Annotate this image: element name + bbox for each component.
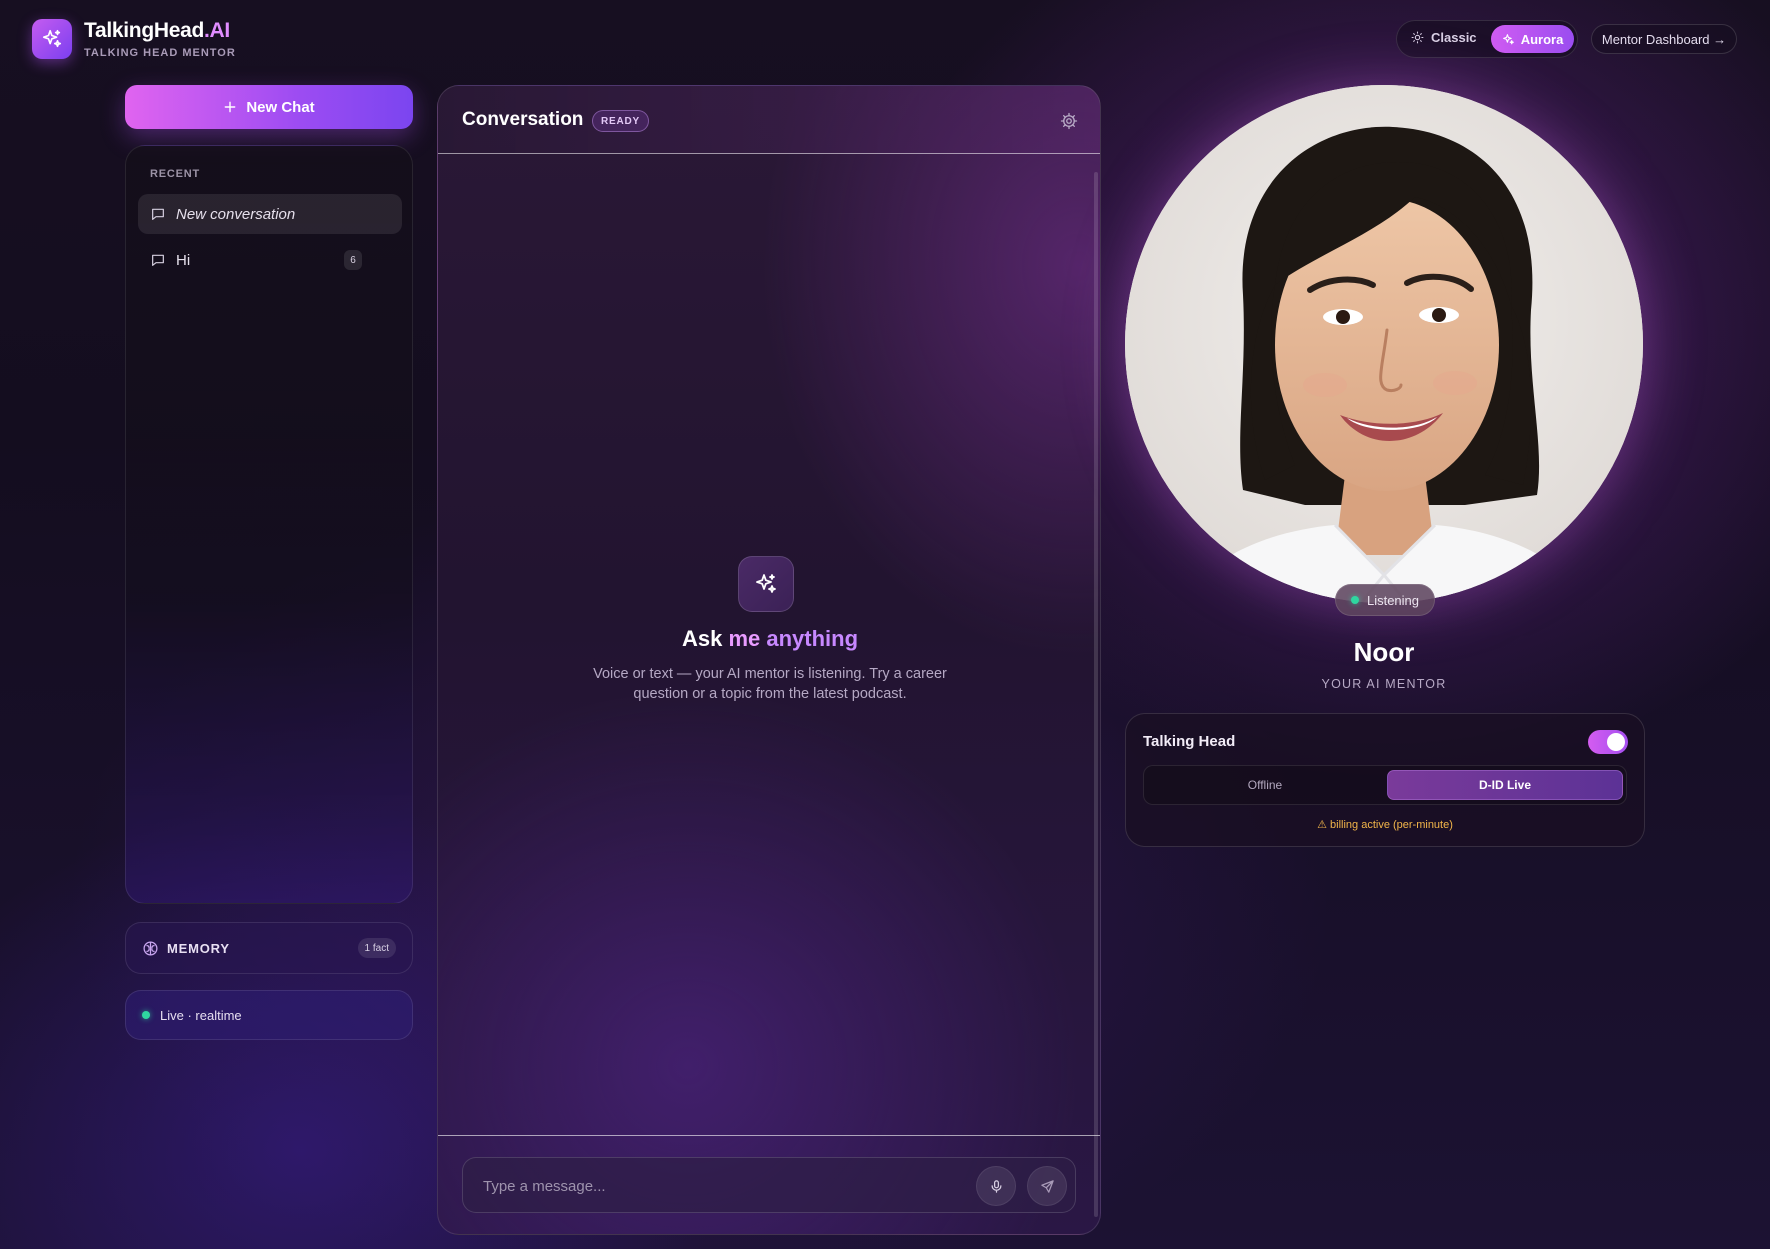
- message-input[interactable]: [483, 1175, 963, 1197]
- app-logo: [32, 19, 72, 59]
- mode-offline-option[interactable]: Offline: [1144, 766, 1386, 804]
- memory-count-badge: 1 fact: [357, 938, 396, 958]
- conversation-item[interactable]: New conversation: [138, 194, 402, 234]
- status-dot: [142, 1011, 150, 1019]
- recent-conversations-panel: RECENT New conversation Hi 6: [125, 145, 413, 904]
- conversation-title: Conversation: [462, 109, 584, 130]
- empty-state-description: Voice or text — your AI mentor is listen…: [593, 666, 947, 702]
- mentor-dashboard-link[interactable]: Mentor Dashboard →: [1591, 24, 1737, 54]
- brain-icon: [143, 940, 158, 956]
- empty-state-icon: [738, 556, 794, 612]
- mentor-avatar: [1125, 85, 1643, 603]
- message-count-badge: 6: [344, 250, 362, 270]
- billing-warning: ⚠ billing active (per-minute): [1317, 819, 1453, 831]
- live-status-indicator: Live · realtime: [125, 990, 413, 1040]
- chat-bubble-icon: [152, 208, 164, 220]
- memory-label: MEMORY: [167, 940, 230, 956]
- sun-icon: [1411, 31, 1424, 44]
- send-button[interactable]: [1027, 1166, 1067, 1206]
- toggle-knob: [1607, 733, 1625, 751]
- mode-segmented-control: Offline D-ID Live: [1143, 765, 1627, 805]
- theme-classic-button[interactable]: Classic: [1411, 30, 1477, 45]
- talking-head-settings-card: Talking Head Offline D-ID Live ⚠ billing…: [1125, 713, 1645, 847]
- gear-icon[interactable]: [1060, 112, 1078, 130]
- status-dot: [1350, 596, 1359, 604]
- listening-text: Listening: [1366, 592, 1420, 608]
- plus-icon: [224, 101, 236, 113]
- mentor-name: Noor: [1353, 637, 1415, 667]
- new-chat-button[interactable]: New Chat: [125, 85, 413, 129]
- message-composer: [462, 1157, 1076, 1213]
- sparkles-icon: [1502, 33, 1514, 44]
- brand-subtitle: TALKING HEAD MENTOR: [84, 47, 236, 59]
- conversation-title: New conversation: [176, 205, 296, 223]
- chat-bubble-icon: [152, 254, 164, 266]
- microphone-button[interactable]: [976, 1166, 1016, 1206]
- send-icon: [1040, 1179, 1054, 1193]
- theme-switcher: Classic Aurora: [1396, 20, 1578, 58]
- mentor-portrait-image: [1125, 85, 1643, 603]
- status-badge: READY: [592, 110, 650, 132]
- live-status-text: Live · realtime: [160, 1007, 242, 1023]
- mentor-role: YOUR AI MENTOR: [1321, 677, 1447, 691]
- brand-name: TalkingHead.AI: [84, 19, 230, 42]
- microphone-icon: [991, 1179, 1001, 1193]
- mode-did-live-option[interactable]: D-ID Live: [1387, 770, 1623, 800]
- talking-head-label: Talking Head: [1143, 733, 1236, 750]
- empty-state-title: Ask me anything: [681, 626, 859, 651]
- conversation-title: Hi: [176, 251, 191, 269]
- conversation-panel: Conversation READY Ask me anything Voice…: [437, 85, 1101, 1235]
- listening-status-badge: Listening: [1335, 584, 1435, 616]
- sparkles-icon: [756, 574, 776, 593]
- sparkles-icon: [42, 29, 62, 48]
- theme-aurora-button[interactable]: Aurora: [1491, 25, 1574, 53]
- talking-head-toggle[interactable]: [1588, 730, 1628, 754]
- recent-label: RECENT: [150, 168, 201, 180]
- conversation-header: Conversation READY: [438, 86, 1100, 154]
- composer-divider: [438, 1135, 1100, 1136]
- memory-button[interactable]: MEMORY 1 fact: [125, 922, 413, 974]
- conversation-item[interactable]: Hi 6: [138, 240, 402, 280]
